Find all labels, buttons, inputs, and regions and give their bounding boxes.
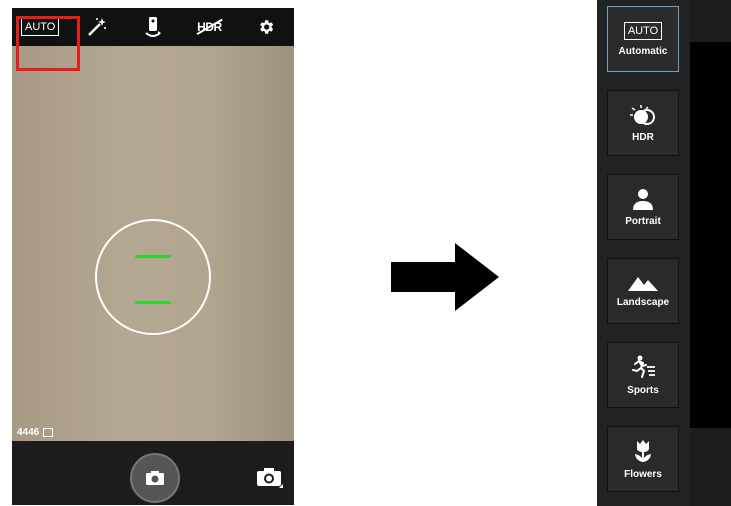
mode-hdr[interactable]: HDR [607, 90, 679, 156]
focus-bracket-bottom [135, 301, 171, 304]
shutter-button[interactable] [130, 453, 180, 503]
mode-landscape[interactable]: Landscape [607, 258, 679, 324]
mode-label: Automatic [618, 45, 668, 57]
mode-flowers[interactable]: Flowers [607, 426, 679, 492]
sports-icon [632, 355, 655, 378]
mode-sports[interactable]: Sports [607, 342, 679, 408]
right-arrow-icon [391, 243, 499, 311]
camera-icon [146, 471, 164, 485]
photo-counter: 4446 [17, 427, 54, 438]
portrait-icon [633, 188, 653, 210]
photo-count: 4446 [17, 427, 40, 438]
mode-label: Portrait [625, 215, 661, 227]
focus-ring [95, 219, 211, 335]
effects-button[interactable] [77, 12, 117, 42]
settings-button[interactable] [246, 12, 286, 42]
switch-camera-button[interactable] [257, 466, 283, 493]
mode-label: HDR [632, 131, 654, 143]
flowers-icon [635, 439, 651, 462]
panorama-icon [145, 17, 161, 37]
auto-icon: AUTO [623, 21, 663, 40]
mode-label: Sports [627, 384, 659, 396]
hdr-off-icon: HDR [197, 20, 222, 34]
mode-label: Landscape [616, 296, 670, 308]
camera-switch-icon [257, 468, 283, 488]
camera-viewfinder[interactable] [12, 46, 294, 441]
hdr-toggle[interactable]: HDR [189, 12, 229, 42]
magic-wand-icon [87, 18, 106, 36]
gallery-icon [43, 428, 54, 437]
panorama-button[interactable] [133, 12, 173, 42]
camera-bottom-bar [12, 441, 294, 505]
mode-portrait[interactable]: Portrait [607, 174, 679, 240]
scene-mode-panel: AUTO Automatic HDR Portrait Landscape Sp… [597, 0, 731, 506]
hdr-icon [630, 104, 655, 125]
mode-label: Flowers [624, 468, 662, 480]
gear-icon [259, 20, 273, 34]
landscape-icon [628, 276, 658, 291]
panel-top-strip [690, 0, 731, 42]
camera-screen: AUTO HDR 4446 [12, 8, 294, 505]
mode-automatic[interactable]: AUTO Automatic [607, 6, 679, 72]
focus-bracket-top [135, 255, 171, 258]
auto-highlight-box [16, 16, 80, 71]
panel-bottom-strip [690, 428, 731, 506]
